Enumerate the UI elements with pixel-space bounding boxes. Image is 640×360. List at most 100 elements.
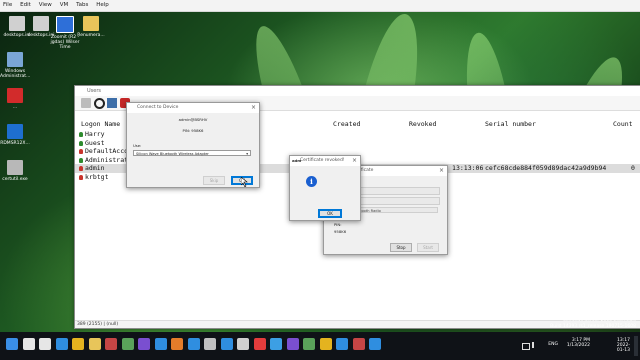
app-icon[interactable]: [204, 338, 216, 350]
skip-button[interactable]: Skip: [203, 176, 225, 185]
app-icon: [7, 88, 23, 103]
ok-button[interactable]: OK: [318, 209, 342, 218]
app-icon[interactable]: [187, 338, 200, 350]
col-serial-number[interactable]: Serial number: [485, 120, 536, 128]
menu-edit[interactable]: Edit: [17, 0, 34, 11]
desktop-icon-app[interactable]: ...: [0, 88, 30, 110]
app-icon[interactable]: [138, 338, 150, 350]
close-icon[interactable]: ×: [352, 156, 357, 166]
cell-logon-name: Guest: [85, 138, 105, 147]
dialog-title: Connect to Device: [127, 103, 259, 113]
desktop-icon-windows-admin[interactable]: Windows Administrat...: [0, 52, 30, 79]
cell-logon-name: krbtgt: [85, 173, 109, 181]
user-status-icon: [79, 166, 83, 172]
app-icon[interactable]: [154, 338, 167, 350]
app-icon[interactable]: [253, 338, 266, 350]
cell-serial: cefc68cde884f059d89dac42a9d9b94: [485, 164, 607, 173]
save-icon[interactable]: [107, 98, 117, 108]
desktop-icon-certutil[interactable]: certutil.exe: [0, 160, 30, 182]
desktop-icon-rdmsr[interactable]: RDMSR12X...: [0, 124, 30, 146]
cell-logon-name: Harry: [85, 130, 105, 138]
file-icon: [33, 16, 49, 31]
device-select-value: Silicon Wave Bluetooth Wireless Adapter: [136, 152, 209, 156]
app-icon[interactable]: [121, 338, 134, 350]
app-icon[interactable]: [303, 338, 315, 350]
desktop: desktops.ini desktops.ini Zoomit (R2 - j…: [0, 12, 640, 332]
cert-pin-value: 958K6: [334, 229, 347, 234]
desktop-icon-label: ...: [12, 105, 18, 110]
app-icon[interactable]: [237, 338, 249, 350]
col-revoked[interactable]: Revoked: [409, 120, 436, 128]
app-icon[interactable]: [220, 338, 233, 350]
device-select[interactable]: Silicon Wave Bluetooth Wireless Adapter …: [133, 150, 251, 156]
task-view-icon[interactable]: [39, 338, 51, 350]
search-icon[interactable]: [22, 338, 35, 350]
clock[interactable]: 3:17 PM 1/13/2022: [567, 338, 590, 348]
use-label: Use:: [133, 143, 142, 148]
watermark-line: Build 14393.rs1_release.190715-1608: [550, 324, 636, 329]
app-icon: [56, 16, 74, 33]
user-status-icon: [79, 132, 83, 137]
menu-view[interactable]: View: [36, 0, 55, 11]
app-icon[interactable]: [105, 338, 117, 350]
edge-icon[interactable]: [55, 338, 68, 350]
menu-help[interactable]: Help: [93, 0, 112, 11]
network-icon[interactable]: [522, 343, 530, 350]
app-icon[interactable]: [171, 338, 183, 350]
user-status-icon: [79, 149, 83, 155]
app-icon[interactable]: [270, 338, 282, 350]
chrome-icon[interactable]: [72, 338, 84, 350]
app-icon[interactable]: [286, 338, 299, 350]
app-icon: [7, 124, 23, 139]
app-icon[interactable]: [369, 338, 381, 350]
cert-pin-label: PIN:: [334, 222, 342, 227]
windows-start-icon[interactable]: [6, 338, 18, 350]
server-icon: [7, 52, 23, 67]
close-icon[interactable]: ×: [251, 103, 256, 113]
desktop-icon-label: RDMSR12X...: [0, 141, 30, 146]
cell-logon-name: admin: [85, 164, 105, 173]
user-icon[interactable]: [81, 98, 91, 108]
mouse-cursor-icon: [241, 177, 248, 187]
close-icon[interactable]: ×: [439, 166, 444, 176]
app-icon[interactable]: [352, 338, 365, 350]
cell-logon-name: DefaultAccou: [85, 147, 132, 156]
block-icon[interactable]: [94, 98, 105, 109]
language-indicator[interactable]: ENG: [548, 342, 558, 347]
user-status-icon: [79, 157, 83, 163]
desktop-icon-label: Windows Administrat...: [0, 69, 31, 79]
connect-user: admin@BSRHV: [178, 117, 208, 122]
col-logon-name[interactable]: Logon Name: [81, 120, 120, 128]
user-status-icon: [79, 140, 83, 146]
file-icon: [9, 16, 25, 31]
connect-device-dialog: Connect to Device × admin@BSRHV PIN: 958…: [126, 102, 260, 188]
menu-file[interactable]: File: [0, 0, 15, 11]
col-count[interactable]: Count: [613, 120, 633, 128]
user-status-icon: [79, 175, 83, 180]
volume-icon[interactable]: [532, 342, 540, 348]
app-icon[interactable]: [336, 338, 348, 350]
show-desktop-button[interactable]: [634, 336, 638, 356]
folder-icon[interactable]: [88, 338, 101, 350]
clock-secondary[interactable]: 13:17 2022-01-13: [617, 338, 630, 353]
users-window-title: Users: [75, 86, 640, 96]
clock-date: 2022-01-13: [616, 343, 630, 353]
app-icon[interactable]: [319, 338, 332, 350]
menu-vm[interactable]: VM: [57, 0, 72, 11]
desktop-icon-renumera[interactable]: Renumera...: [76, 16, 106, 38]
test-mode-watermark: Test Mode Windows Server 2016 Essentials…: [550, 312, 636, 330]
stop-button[interactable]: Stop: [390, 243, 412, 252]
col-created[interactable]: Created: [333, 120, 360, 128]
connect-pin: PIN: 958K6: [182, 128, 204, 133]
info-icon: i: [306, 176, 317, 187]
chevron-down-icon: ▾: [246, 152, 248, 156]
host-menubar: File Edit View VM Tabs Help: [0, 0, 640, 12]
clock-date: 1/13/2022: [566, 343, 590, 348]
cell-count: 0: [631, 164, 635, 173]
desktop-icon-label: Renumera...: [77, 33, 105, 38]
adm-fragment: adm: [292, 158, 302, 163]
cell-logon-name: Administrato: [85, 155, 132, 164]
menu-tabs[interactable]: Tabs: [73, 0, 91, 11]
start-button[interactable]: Start: [417, 243, 439, 252]
app-icon: [7, 160, 23, 175]
